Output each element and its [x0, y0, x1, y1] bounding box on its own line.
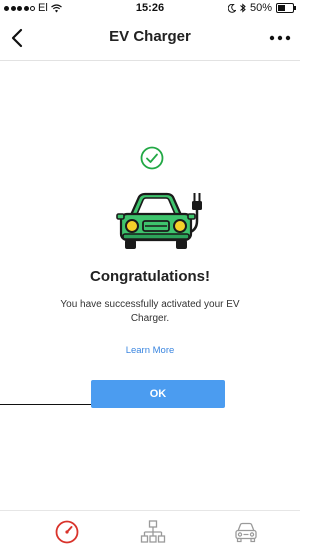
- status-bar: El 15:26 50%: [0, 0, 300, 16]
- bluetooth-icon: [240, 3, 246, 13]
- congratulations-heading: Congratulations!: [90, 268, 210, 285]
- moon-icon: [227, 3, 236, 13]
- status-right: 50%: [227, 2, 296, 14]
- speedometer-icon[interactable]: [54, 519, 80, 545]
- car-icon[interactable]: [233, 519, 259, 545]
- nav-bar: EV Charger: [0, 16, 300, 61]
- battery-percent: 50%: [249, 2, 272, 14]
- callout-line: [0, 404, 91, 405]
- battery-icon: [276, 3, 296, 13]
- page-title: EV Charger: [109, 28, 191, 45]
- success-check-icon: [140, 146, 164, 170]
- activation-message: You have successfully activated your EV …: [60, 299, 240, 324]
- ev-car-illustration-icon: [116, 192, 202, 249]
- tab-bar: [0, 510, 300, 554]
- more-horizontal-icon[interactable]: [266, 26, 294, 50]
- network-icon[interactable]: [140, 519, 166, 545]
- learn-more-link[interactable]: Learn More: [0, 345, 300, 356]
- ok-button[interactable]: OK: [91, 380, 225, 408]
